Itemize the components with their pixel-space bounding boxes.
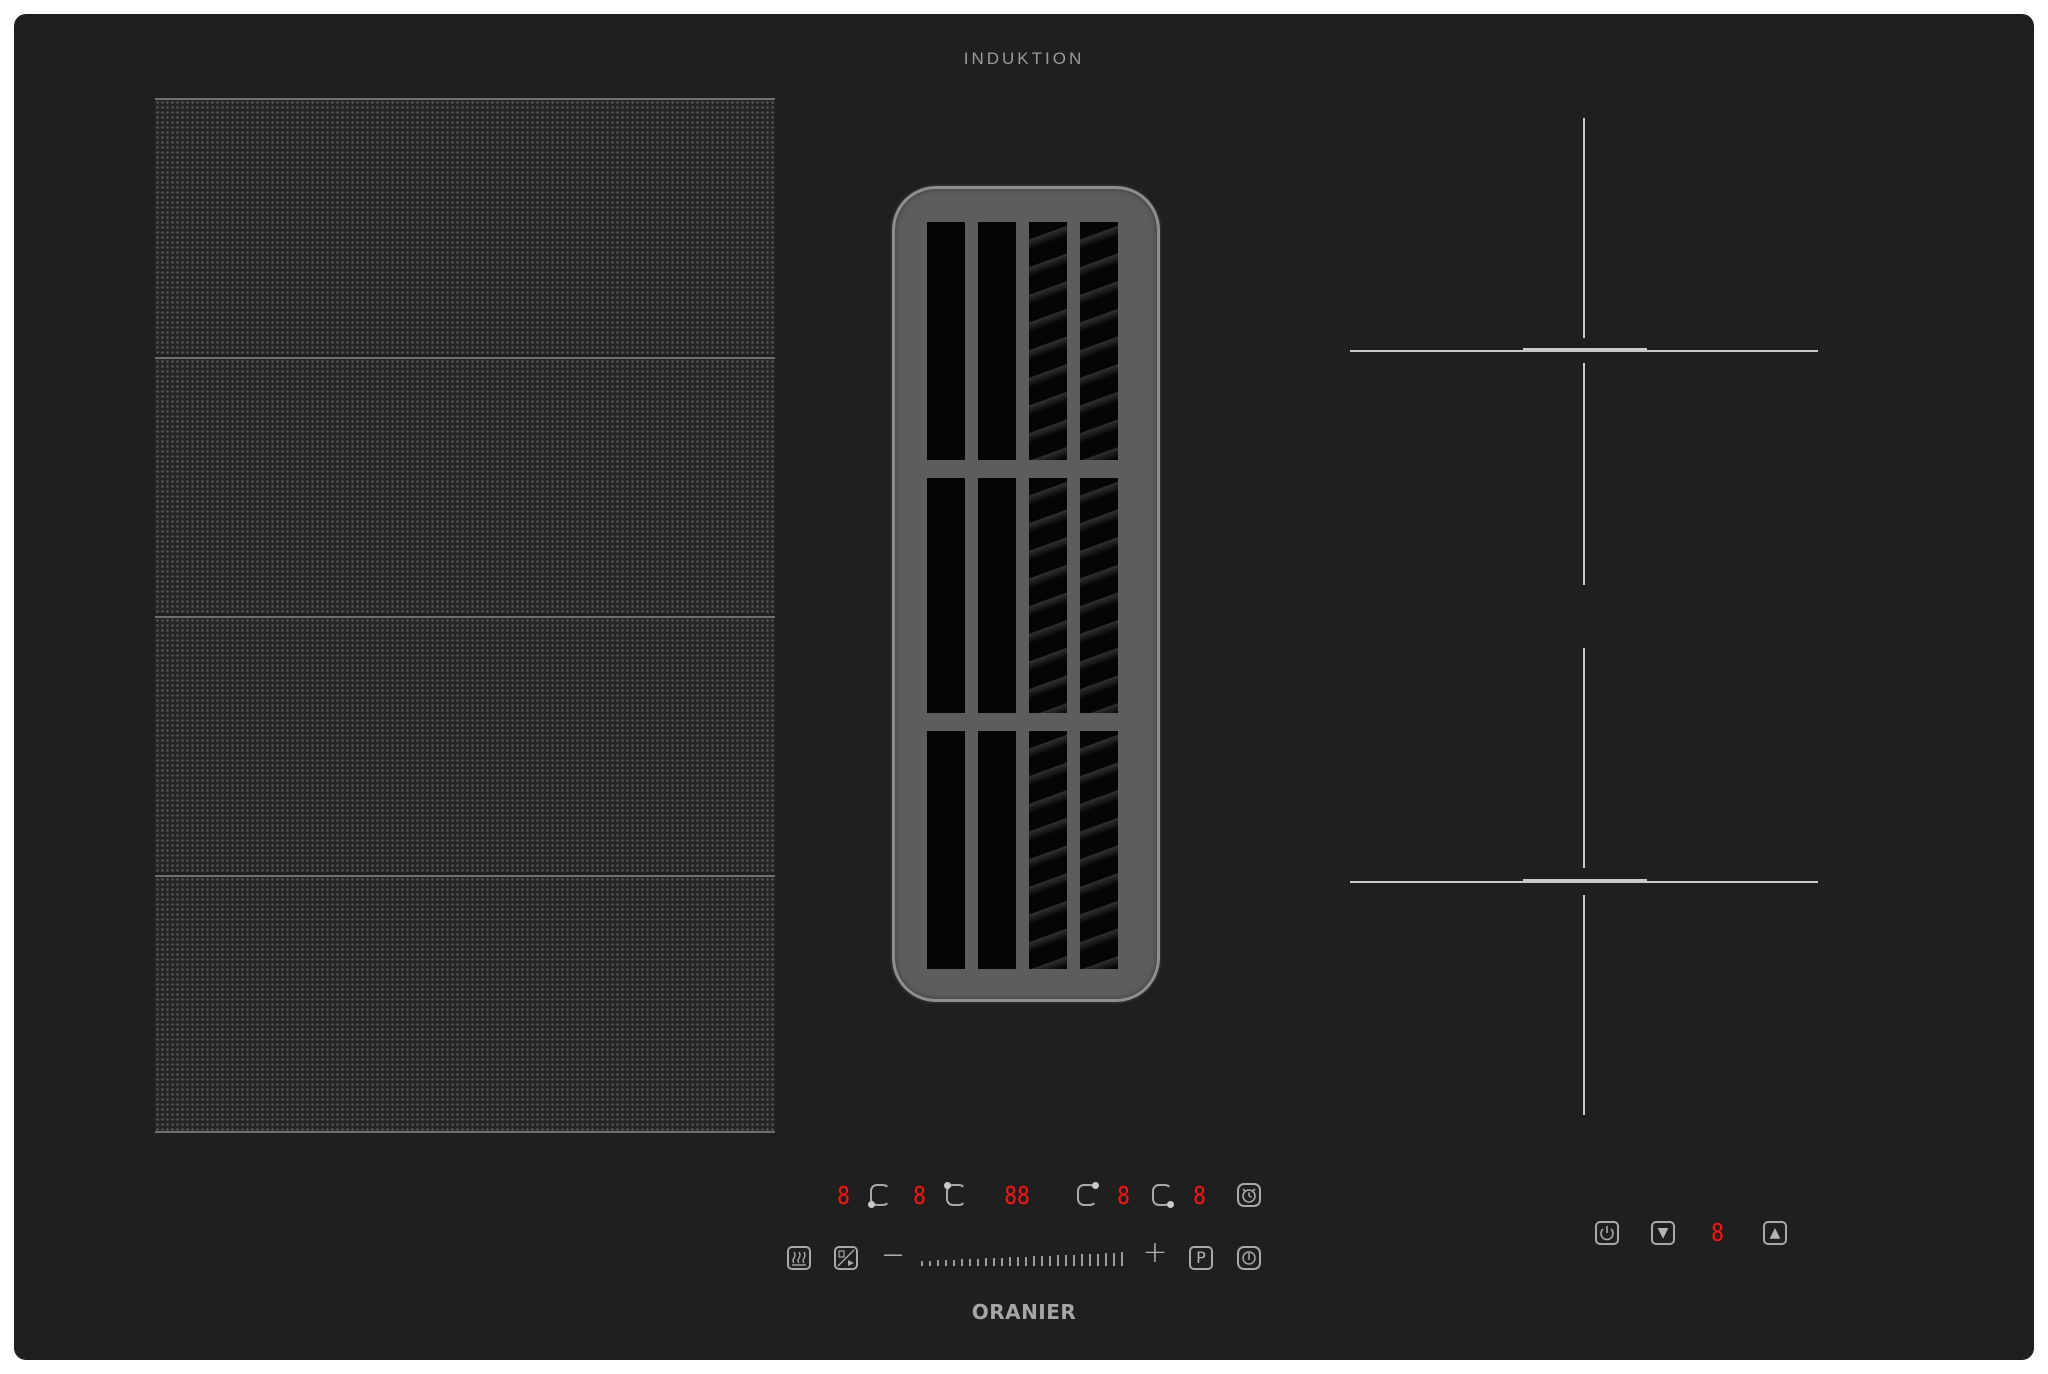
keep-warm-icon[interactable] [787, 1246, 811, 1270]
downdraft-vent-grille [892, 186, 1160, 1002]
power-icon[interactable] [1237, 1246, 1261, 1270]
alarm-clock-icon [1242, 1188, 1256, 1203]
cooking-zone-select-icon[interactable] [944, 1182, 966, 1206]
zone-marking-line [1583, 895, 1585, 1115]
vent-slot [978, 222, 1016, 460]
cooking-zone-select-icon[interactable] [1077, 1182, 1099, 1206]
slider-tick [1073, 1255, 1075, 1266]
zone-marking-line [1523, 879, 1647, 882]
slider-tick [985, 1258, 987, 1266]
zone-marking-line [1583, 118, 1585, 338]
power-symbol-icon [1600, 1226, 1614, 1241]
slider-tick [1113, 1253, 1115, 1266]
slider-tick [969, 1259, 971, 1266]
slider-tick [1057, 1255, 1059, 1266]
bridge-diagonal-icon [837, 1249, 855, 1267]
plus-icon[interactable]: + [1140, 1238, 1170, 1268]
zone-marking-line [1523, 348, 1647, 351]
slider-tick [1121, 1252, 1123, 1266]
bridge-zone-icon[interactable] [834, 1246, 858, 1270]
power-level-slider[interactable] [921, 1252, 1127, 1266]
vent-slot [978, 731, 1016, 969]
zone-display-3: 8 [1117, 1181, 1130, 1210]
steam-lines-icon [792, 1251, 806, 1266]
slider-tick [993, 1258, 995, 1266]
slider-tick [945, 1260, 947, 1266]
slider-tick [953, 1260, 955, 1266]
slider-tick [921, 1261, 923, 1266]
vent-slot [1080, 478, 1118, 713]
slider-tick [961, 1259, 963, 1266]
slider-tick [977, 1259, 979, 1266]
fan-up-icon[interactable]: ▲ [1763, 1221, 1787, 1245]
hood-fan-display: 8 [1711, 1218, 1724, 1247]
hood-power-icon[interactable] [1595, 1221, 1619, 1245]
zone-display-1: 8 [837, 1181, 850, 1210]
slider-tick [1033, 1256, 1035, 1266]
slider-tick [1089, 1254, 1091, 1266]
flex-zone-1 [155, 98, 775, 354]
slider-tick [1001, 1258, 1003, 1266]
cooking-zone-select-icon[interactable] [868, 1184, 890, 1208]
zone-display-4: 8 [1193, 1181, 1206, 1210]
zone-display-2: 8 [913, 1181, 926, 1210]
vent-slot [927, 478, 965, 713]
vent-slot [927, 222, 965, 460]
slider-tick [929, 1261, 931, 1266]
fan-down-icon[interactable]: ▼ [1651, 1221, 1675, 1245]
brand-logo: ORANIER [971, 1300, 1077, 1324]
flex-zone-4 [155, 875, 775, 1133]
vent-slot [1080, 222, 1118, 460]
slider-tick [1041, 1256, 1043, 1266]
power-symbol-icon [1242, 1251, 1256, 1265]
slider-tick [1065, 1255, 1067, 1266]
flex-zone-2 [155, 357, 775, 613]
zone-marking-line [1583, 363, 1585, 585]
minus-icon[interactable]: — [879, 1242, 907, 1266]
vent-slot [1080, 731, 1118, 969]
vent-slot [1029, 731, 1067, 969]
power-boost-icon[interactable]: P [1189, 1246, 1213, 1270]
slider-tick [1009, 1257, 1011, 1266]
vent-slot [1029, 478, 1067, 713]
vent-slot [1029, 222, 1067, 460]
flex-zone-3 [155, 616, 775, 872]
timer-display: 88 [1004, 1181, 1030, 1210]
slider-tick [937, 1260, 939, 1266]
cooking-zone-select-icon[interactable] [1152, 1184, 1174, 1208]
timer-icon[interactable] [1237, 1183, 1261, 1207]
vent-slot [978, 478, 1016, 713]
slider-tick [1049, 1256, 1051, 1266]
induktion-label: INDUKTION [963, 49, 1085, 68]
slider-tick [1081, 1254, 1083, 1266]
slider-tick [1017, 1257, 1019, 1266]
slider-tick [1025, 1257, 1027, 1266]
slider-tick [1105, 1253, 1107, 1266]
zone-marking-line [1583, 648, 1585, 868]
vent-slot [927, 731, 965, 969]
slider-tick [1097, 1254, 1099, 1266]
